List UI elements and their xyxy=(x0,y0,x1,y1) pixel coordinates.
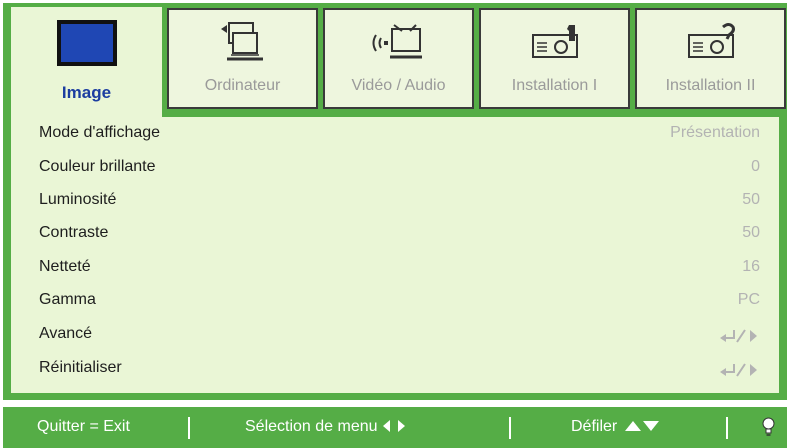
tab-label: Installation I xyxy=(511,77,598,94)
menu-item-label: Couleur brillante xyxy=(39,158,156,175)
footer-bar: Quitter = Exit Sélection de menu Défiler xyxy=(3,407,787,448)
menu-item-value: PC xyxy=(737,291,760,308)
menu-item-label: Gamma xyxy=(39,291,96,308)
up-down-arrows-icon xyxy=(624,421,659,431)
menu-item-label: Netteté xyxy=(39,258,91,275)
menu-item-value: 16 xyxy=(742,258,760,275)
footer-separator xyxy=(188,417,190,439)
enter-right-arrow-icon[interactable] xyxy=(720,363,760,377)
menu-item-value: 50 xyxy=(742,224,760,241)
computer-icon xyxy=(169,16,316,68)
footer-separator xyxy=(509,417,511,439)
left-right-arrows-icon xyxy=(382,420,405,432)
tab-label: Image xyxy=(61,83,112,102)
menu-item-label: Avancé xyxy=(39,325,93,342)
menu-item-couleur-brillante[interactable]: Couleur brillante 0 xyxy=(39,156,760,180)
menu-item-label: Luminosité xyxy=(39,191,117,208)
menu-item-value: 50 xyxy=(742,191,760,208)
monitor-icon xyxy=(11,17,162,69)
menu-item-reinitialiser[interactable]: Réinitialiser xyxy=(39,357,760,381)
menu-item-label: Contraste xyxy=(39,224,109,241)
menu-item-gamma[interactable]: Gamma PC xyxy=(39,289,760,313)
footer-quit-hint: Quitter = Exit xyxy=(37,418,130,435)
tab-label: Vidéo / Audio xyxy=(351,77,446,94)
footer-scroll-hint: Défiler xyxy=(571,418,662,436)
tab-installation-2[interactable]: Installation II xyxy=(635,8,786,109)
tab-label: Installation II xyxy=(665,77,756,94)
footer-select-hint: Sélection de menu xyxy=(245,418,408,436)
projector-1-icon xyxy=(481,16,628,68)
menu-item-contraste[interactable]: Contraste 50 xyxy=(39,222,760,246)
tab-video-audio[interactable]: Vidéo / Audio xyxy=(323,8,474,109)
tab-image[interactable]: Image xyxy=(11,7,162,119)
footer-separator xyxy=(726,417,728,439)
footer-scroll-label: Défiler xyxy=(571,418,618,435)
menu-panel: Mode d'affichage Présentation Couleur br… xyxy=(11,117,779,393)
menu-item-label: Mode d'affichage xyxy=(39,124,161,141)
lightbulb-icon[interactable] xyxy=(762,417,775,437)
tab-label: Ordinateur xyxy=(204,77,281,94)
footer-select-label: Sélection de menu xyxy=(245,418,378,435)
menu-item-avance[interactable]: Avancé xyxy=(39,323,760,347)
video-audio-icon xyxy=(325,16,472,68)
menu-item-mode-affichage[interactable]: Mode d'affichage Présentation xyxy=(39,122,760,146)
tab-installation-1[interactable]: Installation I xyxy=(479,8,630,109)
enter-right-arrow-icon[interactable] xyxy=(720,329,760,343)
tab-ordinateur[interactable]: Ordinateur xyxy=(167,8,318,109)
menu-item-nettete[interactable]: Netteté 16 xyxy=(39,256,760,280)
menu-item-value: Présentation xyxy=(670,124,760,141)
menu-item-value: 0 xyxy=(751,158,760,175)
projector-2-icon xyxy=(637,16,784,68)
menu-item-luminosite[interactable]: Luminosité 50 xyxy=(39,189,760,213)
menu-item-label: Réinitialiser xyxy=(39,359,122,376)
